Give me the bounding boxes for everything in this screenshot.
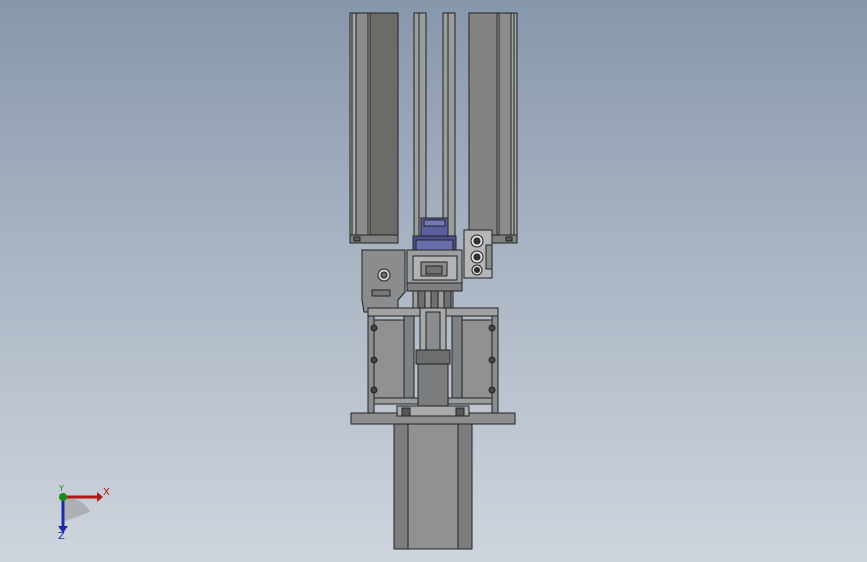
- graphics-viewport[interactable]: X Y Z: [0, 0, 867, 562]
- z-axis-label: Z: [58, 531, 65, 542]
- assembly-model[interactable]: [0, 0, 867, 562]
- center-guide-rails: [413, 12, 456, 239]
- mounting-bracket: [406, 249, 463, 292]
- left-guide-column: [349, 12, 399, 244]
- lead-screw: [415, 307, 451, 409]
- valve-cluster: [463, 229, 493, 279]
- swing-arm: [361, 249, 406, 313]
- right-guide-column: [468, 12, 518, 244]
- y-axis-label: Y: [59, 484, 64, 493]
- x-axis-label: X: [103, 487, 110, 498]
- base-plate: [350, 405, 516, 425]
- drive-motor: [393, 423, 473, 550]
